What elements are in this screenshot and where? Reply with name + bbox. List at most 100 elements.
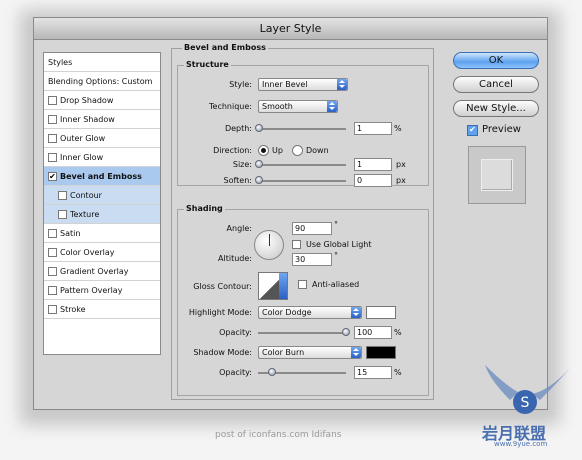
sidebar-item-inner-glow[interactable]: Inner Glow (44, 148, 160, 167)
angle-dial[interactable] (254, 230, 284, 260)
sidebar-item-pattern-overlay[interactable]: Pattern Overlay (44, 281, 160, 300)
highlight-mode-select[interactable]: Color Dodge (258, 306, 362, 319)
anti-aliased-label: Anti-aliased (312, 280, 360, 289)
depth-label: Depth: (224, 124, 252, 133)
structure-group: Structure Style: Inner Bevel Technique: … (177, 60, 429, 187)
sidebar-item-outer-glow[interactable]: Outer Glow (44, 129, 160, 148)
drop-shadow-checkbox[interactable] (48, 95, 57, 105)
technique-select[interactable]: Smooth (258, 100, 338, 113)
highlight-opacity-slider[interactable] (258, 328, 350, 336)
sidebar-item-label: Outer Glow (60, 133, 106, 143)
color-overlay-checkbox[interactable] (48, 247, 57, 257)
sidebar-item-label: Blending Options: Custom (48, 76, 153, 86)
new-style-button[interactable]: New Style... (453, 100, 539, 117)
shadow-opacity-label: Opacity: (219, 368, 252, 377)
sidebar-item-drop-shadow[interactable]: Drop Shadow (44, 91, 160, 110)
direction-up-radio[interactable] (258, 145, 269, 156)
shadow-color-swatch[interactable] (366, 346, 396, 359)
chevron-updown-icon (337, 79, 347, 90)
style-select[interactable]: Inner Bevel (258, 78, 348, 91)
highlight-opacity-label: Opacity: (219, 328, 252, 337)
sidebar-item-bevel-and-emboss[interactable]: ✔ Bevel and Emboss (44, 167, 160, 186)
shading-group: Shading Angle: 90 ° Use Global Light Alt… (177, 204, 429, 396)
direction-down-label: Down (306, 146, 329, 155)
direction-up-label: Up (272, 146, 283, 155)
gloss-contour-label: Gloss Contour: (193, 282, 252, 291)
ok-button[interactable]: OK (453, 52, 539, 69)
soften-slider-knob[interactable] (255, 176, 263, 184)
highlight-color-swatch[interactable] (366, 306, 396, 319)
bevel-emboss-panel: Bevel and Emboss Structure Style: Inner … (171, 43, 434, 400)
sidebar-item-contour[interactable]: Contour (44, 186, 160, 205)
depth-unit: % (394, 124, 402, 133)
sidebar-item-label: Inner Shadow (60, 114, 115, 124)
direction-down-radio[interactable] (292, 145, 303, 156)
gradient-overlay-checkbox[interactable] (48, 266, 57, 276)
sidebar-item-gradient-overlay[interactable]: Gradient Overlay (44, 262, 160, 281)
preview-thumbnail (468, 146, 526, 204)
inner-glow-checkbox[interactable] (48, 152, 57, 162)
sidebar-item-blending-options[interactable]: Blending Options: Custom (44, 72, 160, 91)
angle-unit: ° (334, 220, 338, 229)
sidebar-item-styles[interactable]: Styles (44, 53, 160, 72)
highlight-opacity-field[interactable]: 100 (354, 326, 392, 339)
soften-field[interactable]: 0 (354, 174, 392, 187)
altitude-field[interactable]: 30 (292, 253, 332, 266)
depth-slider[interactable] (255, 124, 346, 132)
highlight-opacity-knob[interactable] (342, 328, 350, 336)
sidebar-item-satin[interactable]: Satin (44, 224, 160, 243)
shadow-opacity-slider[interactable] (258, 368, 346, 376)
sidebar-item-label: Contour (70, 190, 102, 200)
altitude-label: Altitude: (218, 254, 252, 263)
cancel-button[interactable]: Cancel (453, 76, 539, 93)
soften-label: Soften: (223, 176, 252, 185)
sidebar-item-label: Texture (70, 209, 100, 219)
global-light-checkbox[interactable] (292, 240, 301, 249)
highlight-opacity-unit: % (394, 328, 402, 337)
shadow-mode-value: Color Burn (262, 348, 305, 357)
highlight-mode-value: Color Dodge (262, 308, 312, 317)
gloss-contour-picker[interactable] (258, 272, 288, 300)
shadow-opacity-knob[interactable] (268, 368, 276, 376)
altitude-unit: ° (334, 251, 338, 260)
angle-label: Angle: (226, 224, 252, 233)
depth-slider-knob[interactable] (255, 124, 263, 132)
preview-checkbox[interactable]: ✔ (467, 125, 478, 136)
size-field[interactable]: 1 (354, 158, 392, 171)
sidebar-item-inner-shadow[interactable]: Inner Shadow (44, 110, 160, 129)
shadow-opacity-field[interactable]: 15 (354, 366, 392, 379)
sidebar-item-texture[interactable]: Texture (44, 205, 160, 224)
sidebar-item-label: Color Overlay (60, 247, 115, 257)
angle-field[interactable]: 90 (292, 222, 332, 235)
soften-slider[interactable] (255, 176, 346, 184)
shadow-mode-select[interactable]: Color Burn (258, 346, 362, 359)
sidebar-item-label: Gradient Overlay (60, 266, 129, 276)
size-slider-knob[interactable] (255, 160, 263, 168)
pattern-overlay-checkbox[interactable] (48, 285, 57, 295)
anti-aliased-checkbox[interactable] (298, 280, 307, 289)
highlight-mode-label: Highlight Mode: (188, 308, 252, 317)
angle-dial-needle (269, 234, 270, 246)
sidebar-item-label: Drop Shadow (60, 95, 114, 105)
chevron-updown-icon (351, 307, 361, 318)
sidebar-item-label: Satin (60, 228, 81, 238)
preview-label: Preview (482, 124, 521, 135)
shading-title: Shading (184, 204, 225, 213)
panel-title: Bevel and Emboss (182, 43, 268, 52)
inner-shadow-checkbox[interactable] (48, 114, 57, 124)
sidebar-item-stroke[interactable]: Stroke (44, 300, 160, 319)
outer-glow-checkbox[interactable] (48, 133, 57, 143)
stroke-checkbox[interactable] (48, 304, 57, 314)
sidebar-item-color-overlay[interactable]: Color Overlay (44, 243, 160, 262)
depth-field[interactable]: 1 (354, 122, 392, 135)
bevel-emboss-checkbox[interactable]: ✔ (48, 171, 57, 181)
chevron-updown-icon (327, 101, 337, 112)
size-slider[interactable] (255, 160, 346, 168)
sidebar-item-label: Stroke (60, 304, 86, 314)
direction-label: Direction: (213, 146, 252, 155)
footer-credit: post of iconfans.com Idifans (215, 430, 342, 440)
satin-checkbox[interactable] (48, 228, 57, 238)
texture-checkbox[interactable] (58, 209, 67, 219)
style-label: Style: (229, 80, 252, 89)
contour-checkbox[interactable] (58, 190, 67, 200)
